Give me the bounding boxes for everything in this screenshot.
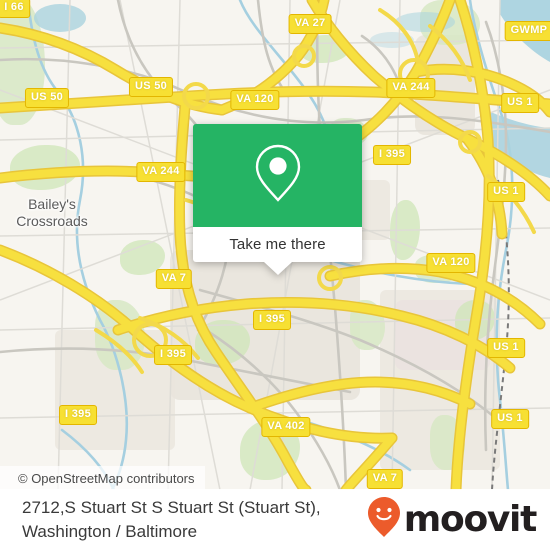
road-shield-va-7-b[interactable]: VA 7 [366, 469, 404, 489]
road-shield-i-395-a[interactable]: I 395 [373, 145, 411, 165]
road-shield-va-244-b[interactable]: VA 244 [136, 162, 186, 182]
road-shield-us-1-a[interactable]: US 1 [501, 93, 539, 113]
road-shield-va-120-a[interactable]: VA 120 [230, 90, 280, 110]
moovit-wordmark: moovit [403, 498, 538, 540]
address-title: 2712,S Stuart St S Stuart St (Stuart St)… [22, 497, 321, 541]
road-shield-va-120-b[interactable]: VA 120 [426, 253, 476, 273]
road-shield-us-50-b[interactable]: US 50 [128, 77, 174, 97]
road-shield-i-395-c[interactable]: I 395 [154, 345, 192, 365]
popup-tail-pointer [263, 262, 292, 275]
map-screen: Bailey's Crossroads I 66 VA 27 GWMP US 5… [0, 0, 550, 550]
road-shield-i-395-d[interactable]: I 395 [59, 405, 97, 425]
osm-attribution[interactable]: © OpenStreetMap contributors [0, 466, 205, 490]
road-shield-va-402[interactable]: VA 402 [261, 417, 311, 437]
moovit-pin-smiley-icon [367, 496, 401, 543]
road-shield-us-50-a[interactable]: US 50 [24, 88, 70, 108]
popup-header [193, 124, 362, 227]
road-shield-gwmp[interactable]: GWMP [504, 21, 550, 41]
road-shield-us-1-c[interactable]: US 1 [487, 338, 525, 358]
map-pin-icon [253, 142, 303, 209]
road-shield-i-66[interactable]: I 66 [0, 0, 30, 18]
page-footer: 2712,S Stuart St S Stuart St (Stuart St)… [0, 489, 550, 550]
moovit-brand[interactable]: moovit [367, 496, 538, 543]
take-me-there-label: Take me there [229, 236, 326, 253]
road-shield-va-7-a[interactable]: VA 7 [155, 269, 193, 289]
road-shield-i-395-b[interactable]: I 395 [253, 310, 291, 330]
road-shield-va-27[interactable]: VA 27 [288, 14, 332, 34]
place-label-baileys-crossroads: Bailey's Crossroads [16, 196, 88, 229]
map-canvas[interactable]: Bailey's Crossroads I 66 VA 27 GWMP US 5… [0, 0, 550, 490]
popup-footer[interactable]: Take me there [193, 227, 362, 275]
location-popup-card[interactable]: Take me there [193, 124, 362, 275]
road-shield-us-1-d[interactable]: US 1 [491, 409, 529, 429]
road-shield-us-1-b[interactable]: US 1 [487, 182, 525, 202]
road-shield-va-244-a[interactable]: VA 244 [386, 78, 436, 98]
